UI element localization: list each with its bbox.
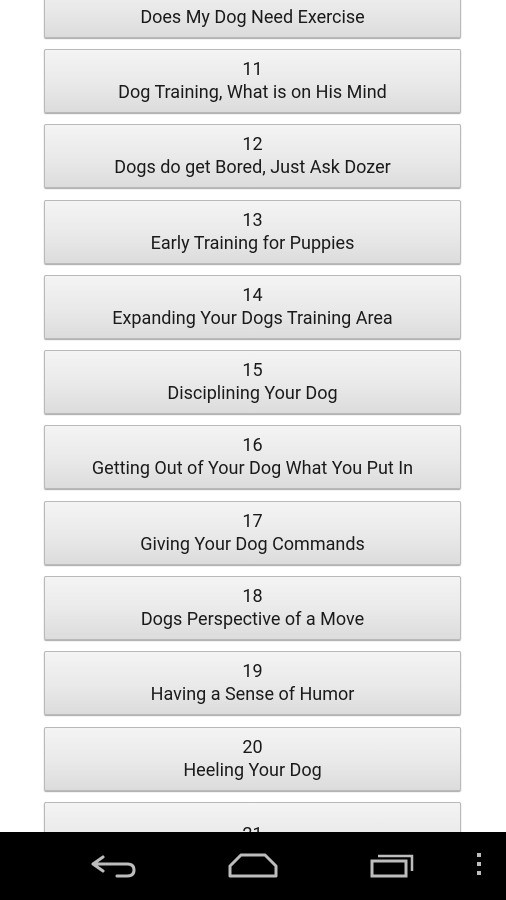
- item-number: 19: [242, 661, 263, 682]
- item-title: Dogs do get Bored, Just Ask Dozer: [114, 157, 391, 178]
- item-number: 13: [242, 210, 263, 231]
- list-item[interactable]: 18 Dogs Perspective of a Move: [44, 576, 461, 640]
- item-number: 20: [242, 737, 263, 758]
- list-item[interactable]: 12 Dogs do get Bored, Just Ask Dozer: [44, 124, 461, 188]
- item-title: Expanding Your Dogs Training Area: [112, 308, 393, 329]
- item-number: 16: [242, 435, 263, 456]
- back-button[interactable]: [72, 832, 154, 900]
- list-item[interactable]: 14 Expanding Your Dogs Training Area: [44, 275, 461, 339]
- navigation-bar: [0, 832, 506, 900]
- list-item[interactable]: 10 Does My Dog Need Exercise: [44, 0, 461, 38]
- list-item[interactable]: 11 Dog Training, What is on His Mind: [44, 49, 461, 113]
- screen: 10 Does My Dog Need Exercise 11 Dog Trai…: [0, 0, 506, 900]
- recent-apps-button[interactable]: [352, 832, 436, 900]
- item-title: Getting Out of Your Dog What You Put In: [91, 458, 414, 479]
- item-title: Disciplining Your Dog: [167, 383, 338, 404]
- item-number: 11: [242, 59, 263, 80]
- item-title: Having a Sense of Humor: [150, 684, 355, 705]
- item-number: 17: [242, 511, 263, 532]
- item-title: Dogs Perspective of a Move: [140, 609, 365, 630]
- menu-overflow-icon: [475, 851, 483, 881]
- list-item[interactable]: 19 Having a Sense of Humor: [44, 651, 461, 715]
- item-title: Dog Training, What is on His Mind: [118, 82, 387, 103]
- item-title: Early Training for Puppies: [150, 233, 355, 254]
- item-number: 15: [242, 360, 263, 381]
- list-item[interactable]: 21: [44, 802, 461, 832]
- item-title: Does My Dog Need Exercise: [140, 7, 365, 28]
- list-item[interactable]: 17 Giving Your Dog Commands: [44, 501, 461, 565]
- item-number: 21: [242, 823, 262, 833]
- recent-apps-icon: [368, 849, 420, 883]
- home-button[interactable]: [210, 832, 296, 900]
- item-title: Giving Your Dog Commands: [140, 534, 365, 555]
- overflow-menu-button[interactable]: [462, 832, 496, 900]
- home-icon: [225, 849, 281, 883]
- chapter-list[interactable]: 10 Does My Dog Need Exercise 11 Dog Trai…: [0, 0, 506, 832]
- list-item[interactable]: 15 Disciplining Your Dog: [44, 350, 461, 414]
- item-title: Heeling Your Dog: [183, 760, 322, 781]
- list-item[interactable]: 13 Early Training for Puppies: [44, 200, 461, 264]
- item-number: 12: [242, 134, 263, 155]
- list-item[interactable]: 20 Heeling Your Dog: [44, 727, 461, 791]
- item-number: 14: [242, 285, 263, 306]
- back-icon: [87, 849, 139, 883]
- item-number: 18: [242, 586, 263, 607]
- list-item[interactable]: 16 Getting Out of Your Dog What You Put …: [44, 425, 461, 489]
